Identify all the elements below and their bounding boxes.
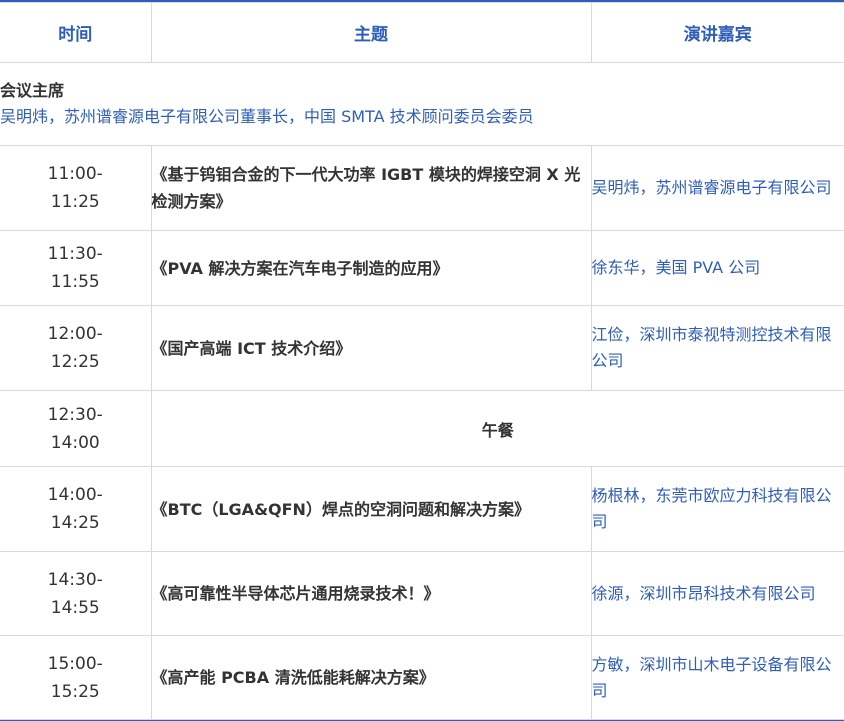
session-end: 11:25 [50,192,100,212]
session-row: 11:30- 11:55 《PVA 解决方案在汽车电子制造的应用》 徐东华，美国… [0,230,844,306]
session-topic: 《PVA 解决方案在汽车电子制造的应用》 [150,230,592,306]
session-speaker: 杨根林，东莞市欧应力科技有限公司 [590,466,844,552]
session-end: 15:25 [50,681,100,702]
chair-cell: 会议主席 吴明炜，苏州谱睿源电子有限公司董事长，中国 SMTA 技术顾问委员会委… [0,62,844,146]
agenda-table: 时间 主题 演讲嘉宾 会议主席 吴明炜，苏州谱睿源电子有限公司董事长，中国 SM… [0,2,844,720]
session-start: 11:00- [47,164,103,184]
session-time: 12:00- 12:25 [0,305,152,391]
session-topic: 《高产能 PCBA 清洗低能耗解决方案》 [150,635,592,720]
session-end: 14:25 [50,513,100,533]
header-time: 时间 [0,2,152,63]
session-speaker: 徐源，深圳市昂科技术有限公司 [590,551,844,636]
lunch-row: 12:30- 14:00 午餐 [0,390,844,467]
session-end: 14:55 [50,597,100,618]
lunch-label: 午餐 [150,390,844,467]
session-start: 14:30- [47,569,103,590]
session-topic: 《BTC（LGA&QFN）焊点的空洞问题和解决方案》 [150,466,592,552]
lunch-end: 14:00 [50,432,100,453]
session-time: 11:30- 11:55 [0,230,152,306]
session-time: 11:00- 11:25 [0,145,152,231]
lunch-time: 12:30- 14:00 [0,390,152,467]
session-time: 14:30- 14:55 [0,551,152,636]
session-start: 15:00- [47,653,103,674]
session-speaker: 江俭，深圳市泰视特测控技术有限公司 [590,305,844,391]
session-end: 11:55 [50,272,100,292]
session-end: 12:25 [50,352,100,372]
chair-row: 会议主席 吴明炜，苏州谱睿源电子有限公司董事长，中国 SMTA 技术顾问委员会委… [0,62,844,146]
session-row: 14:00- 14:25 《BTC（LGA&QFN）焊点的空洞问题和解决方案》 … [0,466,844,552]
session-speaker: 吴明炜，苏州谱睿源电子有限公司 [590,145,844,231]
session-topic: 《国产高端 ICT 技术介绍》 [150,305,592,391]
session-topic: 《高可靠性半导体芯片通用烧录技术！》 [150,551,592,636]
session-row: 12:00- 12:25 《国产高端 ICT 技术介绍》 江俭，深圳市泰视特测控… [0,305,844,391]
session-start: 12:00- [47,324,103,344]
session-time: 14:00- 14:25 [0,466,152,552]
session-speaker: 方敏，深圳市山木电子设备有限公司 [590,635,844,720]
chair-name: 吴明炜，苏州谱睿源电子有限公司董事长，中国 SMTA 技术顾问委员会委员 [0,107,534,126]
header-topic: 主题 [150,2,592,63]
session-row: 15:00- 15:25 《高产能 PCBA 清洗低能耗解决方案》 方敏，深圳市… [0,635,844,720]
session-start: 11:30- [47,244,103,264]
agenda-frame: 时间 主题 演讲嘉宾 会议主席 吴明炜，苏州谱睿源电子有限公司董事长，中国 SM… [0,0,844,721]
session-speaker: 徐东华，美国 PVA 公司 [590,230,844,306]
session-start: 14:00- [47,485,103,505]
header-speaker: 演讲嘉宾 [590,2,844,63]
session-time: 15:00- 15:25 [0,635,152,720]
table-header-row: 时间 主题 演讲嘉宾 [0,2,844,63]
session-row: 14:30- 14:55 《高可靠性半导体芯片通用烧录技术！》 徐源，深圳市昂科… [0,551,844,636]
session-row: 11:00- 11:25 《基于钨钼合金的下一代大功率 IGBT 模块的焊接空洞… [0,145,844,231]
chair-title: 会议主席 [0,81,65,100]
session-topic: 《基于钨钼合金的下一代大功率 IGBT 模块的焊接空洞 X 光检测方案》 [150,145,592,231]
lunch-start: 12:30- [47,404,103,425]
